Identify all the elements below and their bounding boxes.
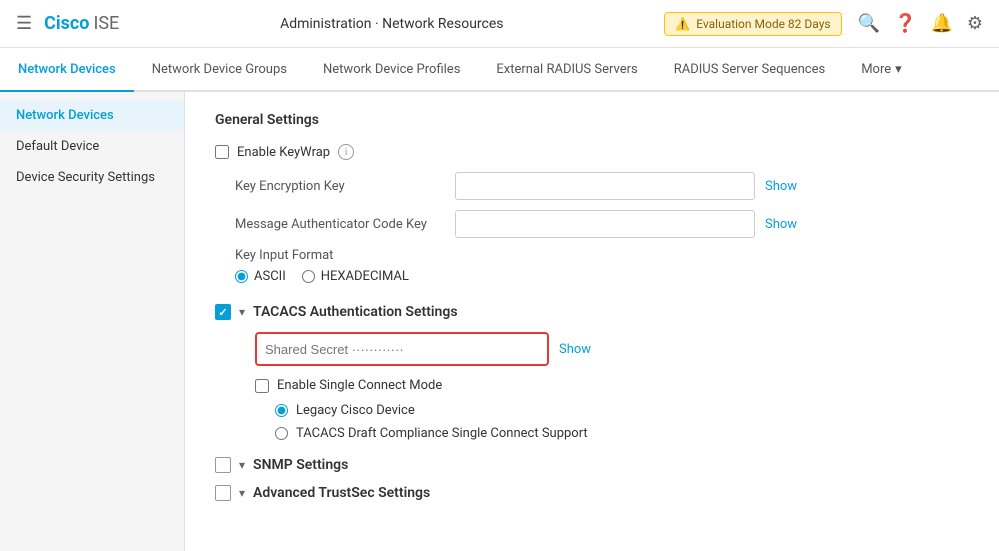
- keywrap-info-icon[interactable]: i: [338, 144, 354, 160]
- tab-more[interactable]: More ▾: [843, 48, 919, 92]
- key-format-row: Key Input Format ASCII HEXADECIMAL: [215, 248, 969, 284]
- show-secret-link[interactable]: Show: [559, 342, 591, 357]
- key-format-radio-group: ASCII HEXADECIMAL: [235, 269, 969, 284]
- tab-external-radius[interactable]: External RADIUS Servers: [478, 48, 655, 92]
- enable-keywrap-checkbox[interactable]: [215, 145, 229, 159]
- hamburger-icon[interactable]: ☰: [16, 13, 32, 34]
- sidebar-item-device-security-settings[interactable]: Device Security Settings: [0, 162, 184, 193]
- key-encryption-key-label: Key Encryption Key: [235, 179, 455, 194]
- shared-secret-row: Show: [215, 332, 969, 366]
- message-auth-row: Message Authenticator Code Key Show: [215, 210, 969, 238]
- tab-network-devices[interactable]: Network Devices: [0, 48, 134, 92]
- tab-network-device-profiles-label: Network Device Profiles: [323, 62, 460, 77]
- tacacs-checkbox[interactable]: ✓: [215, 304, 231, 320]
- message-auth-input[interactable]: [455, 210, 755, 238]
- sidebar-item-network-devices[interactable]: Network Devices: [0, 100, 184, 131]
- tab-radius-sequences-label: RADIUS Server Sequences: [674, 62, 825, 77]
- tacacs-chevron-icon[interactable]: ▾: [239, 305, 245, 319]
- message-auth-label: Message Authenticator Code Key: [235, 217, 455, 232]
- main-layout: Network Devices Default Device Device Se…: [0, 92, 999, 551]
- ascii-radio[interactable]: [235, 270, 248, 283]
- header-right: ⚠️ Evaluation Mode 82 Days 🔍 ❓ 🔔 ⚙: [664, 12, 983, 36]
- tacacs-check-mark: ✓: [218, 306, 227, 319]
- hex-label: HEXADECIMAL: [321, 269, 409, 284]
- tab-more-label: More: [861, 62, 891, 77]
- sidebar-item-network-devices-label: Network Devices: [16, 108, 114, 123]
- tacacs-draft-radio-item[interactable]: TACACS Draft Compliance Single Connect S…: [275, 426, 969, 441]
- ascii-radio-item[interactable]: ASCII: [235, 269, 286, 284]
- tacacs-section: ✓ ▾ TACACS Authentication Settings Show …: [215, 304, 969, 441]
- sidebar: Network Devices Default Device Device Se…: [0, 92, 185, 551]
- notifications-icon[interactable]: 🔔: [930, 13, 952, 34]
- enable-keywrap-label: Enable KeyWrap: [237, 145, 330, 160]
- page-title: Administration · Network Resources: [280, 16, 503, 32]
- tacacs-section-title: TACACS Authentication Settings: [253, 304, 458, 320]
- key-encryption-key-row: Key Encryption Key Show: [215, 172, 969, 200]
- cisco-logo: Cisco ISE: [44, 13, 119, 34]
- help-icon[interactable]: ❓: [894, 13, 916, 34]
- legacy-cisco-radio-item[interactable]: Legacy Cisco Device: [275, 403, 969, 418]
- key-format-label: Key Input Format: [235, 248, 969, 263]
- cisco-brand-text: Cisco: [44, 13, 89, 34]
- ise-brand-text: ISE: [93, 13, 119, 34]
- eval-mode-text: Evaluation Mode 82 Days: [696, 17, 830, 31]
- search-icon[interactable]: 🔍: [858, 13, 880, 34]
- advanced-trustsec-section: ▾ Advanced TrustSec Settings: [215, 485, 969, 501]
- legacy-cisco-label: Legacy Cisco Device: [296, 403, 415, 418]
- show-kek-link[interactable]: Show: [765, 179, 797, 194]
- snmp-section-title: SNMP Settings: [253, 457, 348, 473]
- enable-single-connect-checkbox[interactable]: [255, 379, 269, 393]
- tacacs-draft-radio[interactable]: [275, 427, 288, 440]
- tab-radius-sequences[interactable]: RADIUS Server Sequences: [656, 48, 843, 92]
- warning-icon: ⚠️: [675, 17, 690, 31]
- snmp-chevron-icon[interactable]: ▾: [239, 458, 245, 472]
- header-icons: 🔍 ❓ 🔔 ⚙: [858, 13, 983, 34]
- advanced-trustsec-section-title: Advanced TrustSec Settings: [253, 485, 430, 501]
- sidebar-item-default-device[interactable]: Default Device: [0, 131, 184, 162]
- header-left: ☰ Cisco ISE: [16, 13, 119, 34]
- advanced-trustsec-chevron-icon[interactable]: ▾: [239, 486, 245, 500]
- enable-single-connect-label: Enable Single Connect Mode: [277, 378, 442, 393]
- hex-radio-item[interactable]: HEXADECIMAL: [302, 269, 409, 284]
- legacy-cisco-radio[interactable]: [275, 404, 288, 417]
- settings-icon[interactable]: ⚙: [967, 13, 983, 34]
- single-connect-options: Legacy Cisco Device TACACS Draft Complia…: [215, 403, 969, 441]
- tab-external-radius-label: External RADIUS Servers: [496, 62, 637, 77]
- shared-secret-input-wrap: [255, 332, 549, 366]
- single-connect-row: Enable Single Connect Mode: [215, 378, 969, 393]
- tab-network-device-profiles[interactable]: Network Device Profiles: [305, 48, 478, 92]
- sidebar-item-device-security-settings-label: Device Security Settings: [16, 170, 155, 185]
- tacacs-draft-label: TACACS Draft Compliance Single Connect S…: [296, 426, 588, 441]
- snmp-section: ▾ SNMP Settings: [215, 457, 969, 473]
- general-settings-title: General Settings: [215, 112, 969, 128]
- tab-network-devices-label: Network Devices: [18, 62, 116, 77]
- eval-mode-badge: ⚠️ Evaluation Mode 82 Days: [664, 12, 841, 36]
- general-settings-section: General Settings Enable KeyWrap i Key En…: [215, 112, 969, 284]
- advanced-trustsec-checkbox[interactable]: [215, 485, 231, 501]
- ascii-label: ASCII: [254, 269, 286, 284]
- tacacs-section-header: ✓ ▾ TACACS Authentication Settings: [215, 304, 969, 320]
- tab-network-device-groups-label: Network Device Groups: [152, 62, 287, 77]
- chevron-down-icon: ▾: [895, 62, 902, 77]
- key-encryption-key-input[interactable]: [455, 172, 755, 200]
- show-mac-link[interactable]: Show: [765, 217, 797, 232]
- sidebar-item-default-device-label: Default Device: [16, 139, 99, 154]
- content-area: General Settings Enable KeyWrap i Key En…: [185, 92, 999, 551]
- shared-secret-input[interactable]: [257, 334, 547, 364]
- nav-tabs: Network Devices Network Device Groups Ne…: [0, 48, 999, 92]
- enable-keywrap-row: Enable KeyWrap i: [215, 144, 969, 160]
- tab-network-device-groups[interactable]: Network Device Groups: [134, 48, 305, 92]
- header: ☰ Cisco ISE Administration · Network Res…: [0, 0, 999, 48]
- snmp-checkbox[interactable]: [215, 457, 231, 473]
- hex-radio[interactable]: [302, 270, 315, 283]
